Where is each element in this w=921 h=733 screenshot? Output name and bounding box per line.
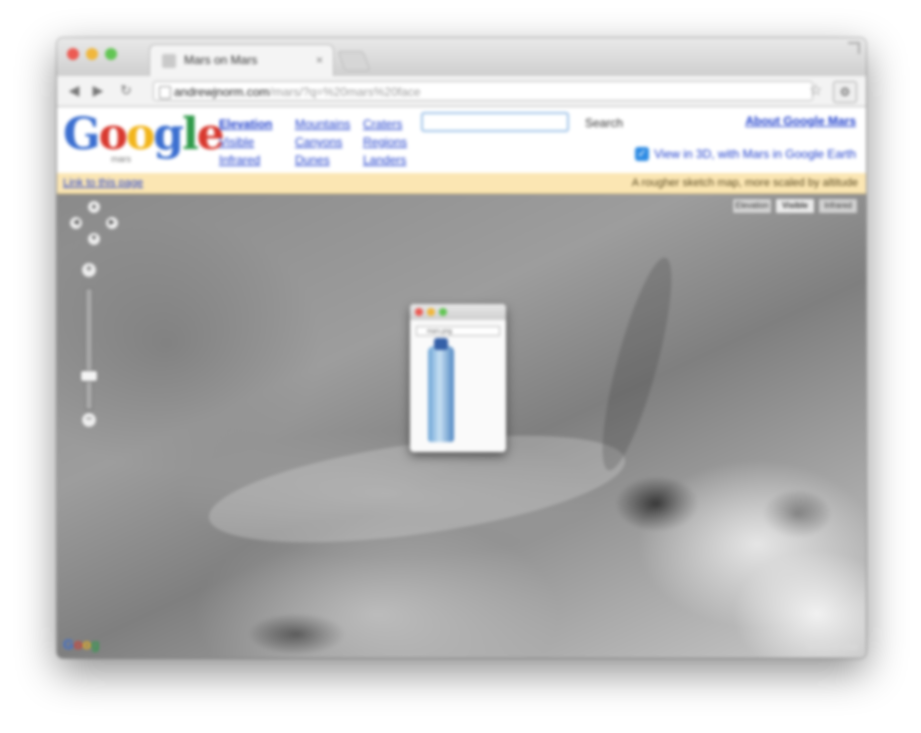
url-path: /mars/?q=%20mars%20face [269, 85, 421, 99]
link-canyons[interactable]: Canyons [295, 133, 350, 151]
popup-maximize-button[interactable] [439, 308, 447, 316]
zoom-slider[interactable] [85, 288, 93, 410]
browser-tab[interactable]: Mars on Mars × [149, 44, 334, 76]
google-mars-logo[interactable]: Google [63, 109, 225, 160]
fullscreen-icon[interactable] [848, 42, 860, 54]
pan-up-icon[interactable]: ▲ [87, 200, 101, 214]
close-window-button[interactable] [67, 48, 79, 60]
view-in-earth-label: View in 3D, with Mars in Google Earth [654, 147, 856, 161]
image-popup-window[interactable]: mars.png [410, 304, 506, 452]
terrain-shadow [589, 252, 685, 476]
layer-links: Elevation Visible Infrared [219, 115, 272, 169]
browser-window: Mars on Mars × ◀ ▶ ↻ andrewjnorm.com/mar… [57, 38, 866, 658]
link-infrared[interactable]: Infrared [219, 151, 272, 169]
bookmark-star-icon[interactable]: ☆ [809, 81, 822, 99]
logo-subtitle: mars [111, 154, 131, 164]
link-visible[interactable]: Visible [219, 133, 272, 151]
view-in-earth-checkbox[interactable]: ✓ [635, 147, 650, 161]
popup-address-bar[interactable]: mars.png [416, 326, 500, 336]
logo-letter: o [125, 109, 155, 160]
settings-icon[interactable]: ⚙ [833, 81, 857, 103]
terms-link[interactable]: Terms of Use [805, 642, 858, 652]
link-regions[interactable]: Regions [363, 133, 407, 151]
tab-title: Mars on Mars [184, 53, 258, 67]
favicon-icon [162, 54, 176, 68]
zoom-in-button[interactable]: + [81, 262, 97, 278]
logo-letter: o [98, 109, 128, 160]
tab-strip: Mars on Mars × [57, 38, 866, 76]
zoom-slider-thumb[interactable] [80, 370, 98, 382]
feature-links: Mountains Canyons Dunes [295, 115, 350, 169]
logo-letter: l [182, 109, 199, 160]
link-to-page[interactable]: Link to this page [63, 173, 143, 193]
browser-toolbar: ◀ ▶ ↻ andrewjnorm.com/mars/?q=%20mars%20… [57, 76, 866, 107]
map-google-logo: Goog [63, 636, 100, 652]
link-landers[interactable]: Landers [363, 151, 407, 169]
pan-down-icon[interactable]: ▼ [87, 232, 101, 246]
link-dunes[interactable]: Dunes [295, 151, 350, 169]
url-domain: andrewjnorm.com [174, 85, 270, 99]
reload-button[interactable]: ↻ [117, 82, 135, 99]
link-elevation[interactable]: Elevation [219, 115, 272, 133]
zoom-out-button[interactable]: − [81, 412, 97, 428]
logo-letter: o [82, 636, 92, 652]
link-mountains[interactable]: Mountains [295, 115, 350, 133]
pan-right-icon[interactable]: ▶ [105, 216, 119, 230]
mars-map[interactable]: Elevation Visible Infrared ▲ ◀ ▶ ▼ + − m… [57, 194, 866, 658]
search-button[interactable]: Search [581, 113, 627, 133]
about-google-mars-link[interactable]: About Google Mars [745, 114, 856, 128]
pan-left-icon[interactable]: ◀ [69, 216, 83, 230]
logo-letter: g [91, 636, 100, 652]
forward-button[interactable]: ▶ [89, 82, 107, 99]
map-type-visible[interactable]: Visible [775, 198, 815, 214]
page-icon [159, 86, 171, 99]
pan-control: ▲ ◀ ▶ ▼ [63, 200, 119, 246]
bottle-cap-image [434, 338, 448, 350]
view-in-earth-option[interactable]: ✓ View in 3D, with Mars in Google Earth [635, 147, 856, 161]
page-header: Google mars Elevation Visible Infrared M… [57, 107, 866, 173]
minimize-window-button[interactable] [86, 48, 98, 60]
back-button[interactable]: ◀ [65, 82, 83, 99]
address-bar[interactable]: andrewjnorm.com/mars/?q=%20mars%20face [153, 81, 813, 101]
popup-close-button[interactable] [415, 308, 423, 316]
popup-minimize-button[interactable] [427, 308, 435, 316]
logo-letter: G [63, 636, 74, 652]
logo-letter: G [63, 109, 101, 160]
map-type-infrared[interactable]: Infrared [818, 198, 858, 214]
feature-links-2: Craters Regions Landers [363, 115, 407, 169]
link-craters[interactable]: Craters [363, 115, 407, 133]
logo-letter: g [153, 109, 184, 160]
bottle-image [428, 346, 454, 442]
tab-close-icon[interactable]: × [316, 45, 323, 75]
info-bar: Link to this page A rougher sketch map, … [57, 173, 866, 194]
map-type-selector: Elevation Visible Infrared [732, 198, 858, 214]
popup-titlebar [410, 304, 506, 320]
info-bar-message: A rougher sketch map, more scaled by alt… [631, 177, 858, 189]
new-tab-button[interactable] [337, 51, 371, 71]
search-input[interactable] [421, 112, 569, 132]
map-type-elevation[interactable]: Elevation [732, 198, 772, 214]
maximize-window-button[interactable] [105, 48, 117, 60]
